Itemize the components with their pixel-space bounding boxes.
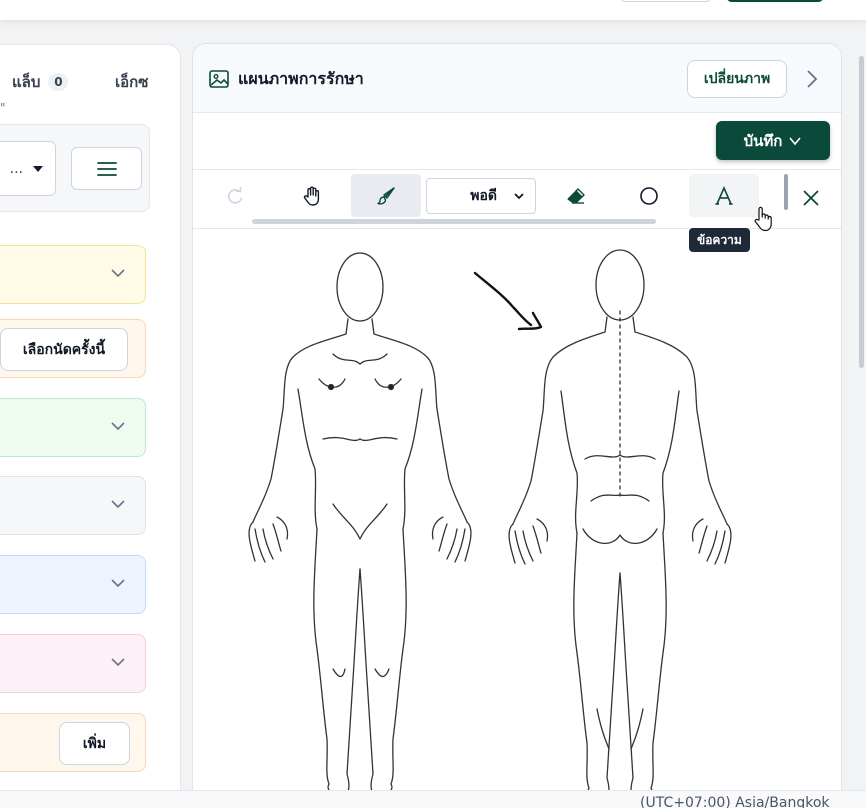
caret-down-icon — [33, 165, 43, 172]
select-this-appointment-button[interactable]: เลือกนัดครั้งนี้ — [0, 328, 128, 371]
chevron-down-icon — [789, 136, 801, 145]
section-card-pink[interactable] — [0, 634, 146, 693]
chevron-down-icon — [111, 422, 125, 431]
tab-lab-label: แล็บ — [12, 73, 41, 91]
hand-pointer-cursor-icon — [754, 206, 772, 232]
section-card-appointment: เลือกนัดครั้งนี้ — [0, 319, 146, 378]
text-tool-button[interactable] — [689, 174, 759, 217]
hamburger-icon — [96, 161, 117, 176]
chevron-down-icon — [111, 500, 125, 509]
toolbar-scrollbar[interactable] — [252, 219, 656, 224]
close-icon[interactable] — [799, 186, 823, 210]
save-button-label: บันทึก — [743, 131, 783, 150]
save-row: บันทึก — [193, 113, 841, 170]
header-primary-button[interactable] — [726, 0, 824, 2]
drawing-toolbar: พอดี ข้อความ — [193, 170, 841, 252]
menu-button[interactable] — [71, 147, 142, 190]
top-header — [0, 0, 866, 20]
section-card-add: เพิ่ม — [0, 713, 146, 772]
brush-tool-button[interactable] — [351, 174, 421, 217]
section-card-gray[interactable] — [0, 476, 146, 535]
panel-title: แผนภาพการรักษา — [238, 69, 364, 88]
toolbar-divider — [784, 174, 788, 210]
hand-icon — [303, 186, 320, 206]
image-icon — [209, 70, 229, 88]
section-card-blue[interactable] — [0, 555, 146, 614]
treatment-diagram-panel: แผนภาพการรักษา เปลี่ยนภาพ บันทึก พอดี ข้… — [192, 43, 842, 808]
chevron-down-icon — [111, 658, 125, 667]
tab-lab-count-badge: 0 — [48, 73, 69, 91]
section-card-yellow[interactable] — [0, 245, 146, 304]
filter-select[interactable]: ... — [0, 141, 56, 196]
pan-tool-button[interactable] — [277, 174, 347, 217]
change-image-button[interactable]: เปลี่ยนภาพ — [687, 60, 787, 98]
timezone-label: (UTC+07:00) Asia/Bangkok — [640, 795, 830, 808]
redo-icon — [227, 186, 243, 204]
section-card-green[interactable] — [0, 398, 146, 457]
eraser-tool-button[interactable] — [541, 174, 611, 217]
tab-hint-text: " — [0, 101, 6, 115]
redo-button[interactable] — [200, 174, 270, 217]
page-scrollbar[interactable] — [859, 56, 864, 368]
filter-box: ... — [0, 124, 150, 212]
text-icon — [715, 185, 733, 205]
body-diagram-canvas[interactable] — [193, 229, 841, 808]
stroke-size-select[interactable]: พอดี — [426, 178, 536, 214]
circle-icon — [640, 186, 658, 205]
add-button[interactable]: เพิ่ม — [59, 722, 130, 765]
body-diagram-image — [248, 249, 732, 801]
eraser-icon — [567, 187, 585, 204]
circle-tool-button[interactable] — [614, 174, 684, 217]
chevron-down-icon — [111, 579, 125, 588]
panel-header: แผนภาพการรักษา เปลี่ยนภาพ — [193, 44, 841, 113]
chevron-right-icon[interactable] — [801, 68, 823, 90]
tab-xray[interactable]: เอ็กซ — [115, 70, 148, 94]
text-tool-tooltip: ข้อความ — [689, 228, 750, 252]
status-bar: (UTC+07:00) Asia/Bangkok — [0, 790, 866, 808]
header-secondary-button[interactable] — [620, 0, 712, 2]
chevron-down-icon — [514, 193, 524, 200]
chevron-down-icon — [111, 269, 125, 278]
left-panel: แล็บ 0 เอ็กซ " ... เลือกนัดครั้งนี้ เพิ่… — [0, 44, 181, 808]
tab-lab[interactable]: แล็บ 0 — [12, 70, 69, 94]
stroke-size-value: พอดี — [470, 188, 497, 204]
left-tabs: แล็บ 0 เอ็กซ " — [0, 45, 180, 115]
save-button[interactable]: บันทึก — [716, 121, 830, 160]
brush-icon — [377, 186, 395, 205]
filter-select-value: ... — [9, 160, 23, 177]
